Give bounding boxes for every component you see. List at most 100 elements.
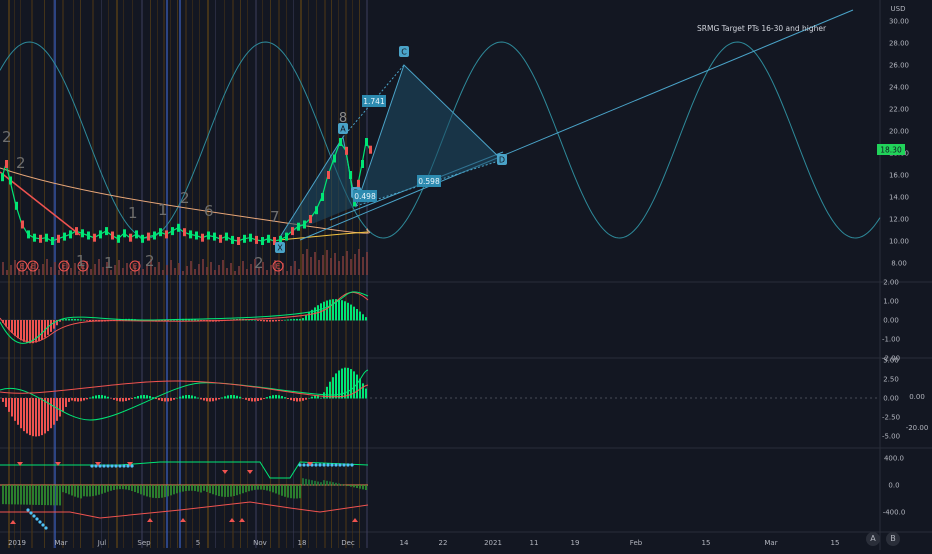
macd-histogram-bar — [341, 300, 343, 321]
background-signal-bar — [44, 0, 45, 548]
osc-histogram-bar — [167, 398, 169, 402]
rsi-dot-marker — [26, 508, 30, 512]
price-tick-label: 10.00 — [889, 238, 909, 246]
osc-histogram-bar — [212, 398, 214, 402]
rsi-dot-marker — [342, 463, 346, 467]
log-scale-button[interactable]: B — [886, 532, 900, 546]
rsi-histogram-bar — [146, 485, 148, 497]
osc-histogram-bar — [11, 398, 13, 417]
macd-histogram-bar — [275, 320, 277, 322]
macd-histogram-bar — [80, 319, 82, 321]
pattern-count-number: 1 — [104, 254, 114, 272]
osc-histogram-bar — [50, 398, 52, 429]
volume-bar — [238, 266, 240, 275]
pattern-point-label: C — [401, 48, 407, 57]
rsi-histogram-bar — [224, 485, 226, 497]
rsi-histogram-bar — [302, 478, 304, 486]
macd-histogram-bar — [272, 320, 274, 322]
osc-tick-label: 0.00 — [883, 395, 899, 403]
pattern-point-a: A — [338, 123, 348, 134]
rsi-histogram-bar — [17, 485, 19, 505]
background-signal-bar — [53, 0, 54, 548]
osc-histogram-bar — [80, 398, 82, 402]
rsi-dot-marker — [102, 464, 106, 468]
macd-histogram-bar — [344, 301, 346, 321]
rsi-histogram-bar — [281, 485, 283, 496]
macd-histogram-bar — [278, 320, 280, 322]
volume-bar — [162, 270, 164, 275]
earnings-marker-label: E — [20, 263, 24, 271]
rsi-histogram-bar — [158, 485, 160, 499]
rsi-dot-marker — [330, 463, 334, 467]
price-candle — [195, 231, 198, 240]
rsi-histogram-bar — [299, 485, 301, 499]
rsi-dot-marker — [334, 463, 338, 467]
rsi-histogram-bar — [113, 485, 115, 490]
rsi-histogram-bar — [251, 485, 253, 491]
volume-bar — [122, 268, 124, 275]
rsi-histogram-bar — [110, 485, 112, 491]
price-candle — [51, 237, 54, 245]
macd-histogram-bar — [332, 299, 334, 321]
rsi-histogram-bar — [167, 485, 169, 497]
volume-bar — [182, 271, 184, 275]
volume-bar — [26, 271, 28, 275]
osc-histogram-bar — [92, 396, 94, 399]
osc-histogram-bar — [173, 398, 175, 400]
osc-histogram-bar — [365, 388, 367, 399]
time-axis-label: 2019 — [8, 539, 26, 547]
rsi-histogram-bar — [326, 480, 328, 486]
rsi-dot-marker — [118, 464, 122, 468]
price-candle — [111, 231, 114, 240]
chart: EEEEEEK221211672128XABCD1.7410.4980.598S… — [0, 0, 932, 550]
price-candle — [219, 234, 222, 243]
rsi-histogram-bar — [341, 484, 343, 486]
rsi-histogram-bar — [197, 485, 199, 492]
volume-bar — [170, 260, 172, 275]
rsi-histogram-bar — [242, 485, 244, 494]
osc-histogram-bar — [14, 398, 16, 421]
price-candle — [213, 232, 216, 241]
rsi-dot-marker — [35, 517, 39, 521]
rsi-histogram-bar — [323, 480, 325, 486]
rsi-histogram-bar — [173, 485, 175, 495]
rsi-histogram-bar — [74, 485, 76, 497]
rsi-histogram-bar — [245, 485, 247, 493]
osc-histogram-bar — [137, 395, 139, 399]
osc-histogram-bar — [218, 398, 220, 400]
background-signal-bar — [293, 0, 294, 548]
price-candle — [57, 234, 60, 243]
rsi-histogram-bar — [44, 485, 46, 506]
rsi-histogram-bar — [62, 485, 64, 493]
rsi-histogram-bar — [59, 485, 61, 506]
rsi-histogram-bar — [320, 482, 322, 486]
trend-line-upper — [299, 9, 854, 241]
pattern-count-number: 6 — [204, 202, 214, 220]
price-candle — [45, 233, 48, 242]
volume-bar — [358, 249, 360, 275]
osc-histogram-bar — [53, 398, 55, 425]
auto-scale-button[interactable]: A — [866, 532, 880, 546]
rsi-histogram-bar — [179, 485, 181, 493]
price-candle — [315, 206, 318, 215]
osc-histogram-bar — [215, 398, 217, 401]
rsi-tick-label: 0.0 — [888, 482, 899, 490]
rsi-dot-marker — [41, 523, 45, 527]
fib-ratio: 1.741 — [362, 95, 386, 107]
osc-tick-label: -5.00 — [882, 433, 900, 441]
rsi-histogram-bar — [119, 485, 121, 490]
rsi-histogram-bar — [53, 485, 55, 506]
osc-histogram-bar — [5, 398, 7, 407]
chart-canvas[interactable]: EEEEEEK221211672128XABCD1.7410.4980.598S… — [0, 0, 932, 550]
macd-histogram-bar — [83, 319, 85, 321]
volume-bar — [166, 265, 168, 275]
macd-histogram-bar — [11, 320, 13, 333]
time-axis-label: 2021 — [484, 539, 502, 547]
volume-bar — [10, 265, 12, 275]
macd-histogram-bar — [65, 319, 67, 321]
time-axis-label: 18 — [298, 539, 307, 547]
background-signal-bar — [73, 0, 74, 548]
volume-bar — [342, 256, 344, 275]
osc-histogram-bar — [38, 398, 40, 437]
rsi-histogram-bar — [248, 485, 250, 492]
